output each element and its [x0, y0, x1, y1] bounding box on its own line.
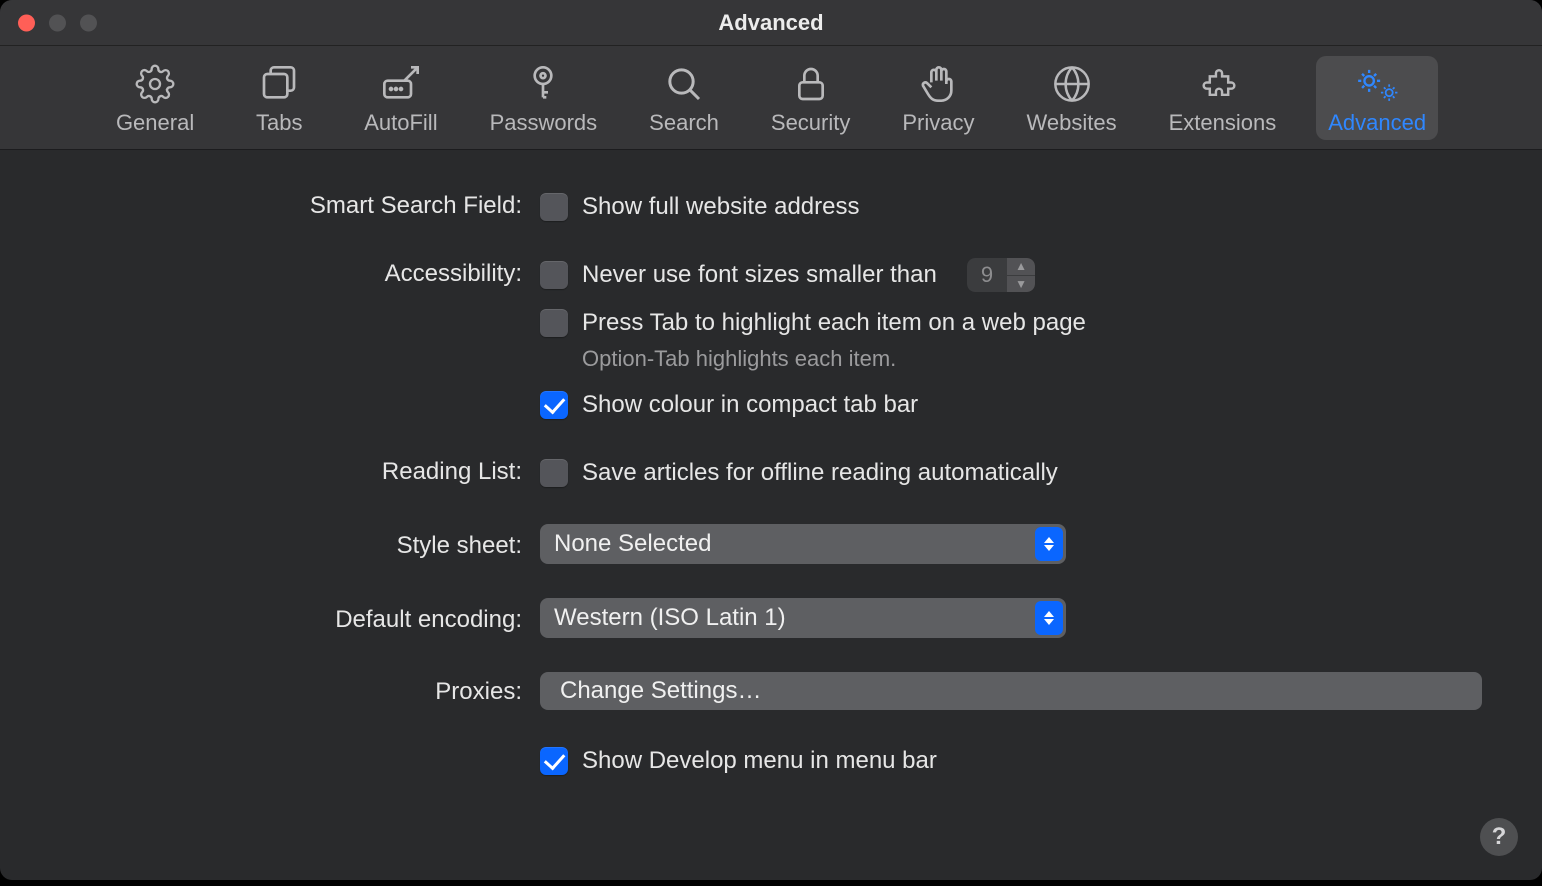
row-accessibility: Accessibility: Never use font sizes smal… [60, 258, 1482, 422]
min-font-size-value: 9 [967, 258, 1007, 292]
tabs-icon [259, 64, 299, 104]
tab-label: Search [649, 110, 719, 136]
checkbox-save-offline[interactable] [540, 459, 568, 487]
advanced-pane: Smart Search Field: Show full website ad… [0, 150, 1542, 820]
window-title: Advanced [0, 10, 1542, 36]
tab-label: Advanced [1328, 110, 1426, 136]
section-label-reading-list: Reading List: [60, 456, 540, 486]
gear-icon [135, 64, 175, 104]
chevron-up-icon: ▲ [1007, 258, 1035, 276]
key-icon [523, 64, 563, 104]
tab-websites[interactable]: Websites [1015, 56, 1129, 140]
section-label-proxies: Proxies: [60, 672, 540, 706]
button-label: Change Settings… [560, 677, 761, 705]
tab-search[interactable]: Search [637, 56, 731, 140]
popup-arrows-icon [1035, 527, 1063, 561]
stepper-buttons[interactable]: ▲ ▼ [1007, 258, 1035, 292]
row-default-encoding: Default encoding: Western (ISO Latin 1) [60, 598, 1482, 638]
popup-arrows-icon [1035, 601, 1063, 635]
lock-icon [791, 64, 831, 104]
tab-label: AutoFill [364, 110, 437, 136]
row-smart-search: Smart Search Field: Show full website ad… [60, 190, 1482, 224]
hint-option-tab: Option-Tab highlights each item. [582, 346, 1482, 372]
change-proxy-settings-button[interactable]: Change Settings… [540, 672, 1482, 710]
checkbox-colour-compact-tab[interactable] [540, 391, 568, 419]
tab-advanced[interactable]: Advanced [1316, 56, 1438, 140]
row-develop-menu: Show Develop menu in menu bar [60, 744, 1482, 778]
tab-extensions[interactable]: Extensions [1157, 56, 1289, 140]
section-label-style-sheet: Style sheet: [60, 524, 540, 560]
row-style-sheet: Style sheet: None Selected [60, 524, 1482, 564]
puzzle-icon [1202, 64, 1242, 104]
section-label-default-encoding: Default encoding: [60, 598, 540, 634]
section-label-accessibility: Accessibility: [60, 258, 540, 288]
checkbox-label-min-font-size: Never use font sizes smaller than [582, 261, 937, 289]
tab-label: Security [771, 110, 850, 136]
chevron-down-icon: ▼ [1007, 276, 1035, 293]
titlebar: Advanced [0, 0, 1542, 46]
hand-icon [918, 64, 958, 104]
tab-autofill[interactable]: AutoFill [352, 56, 449, 140]
checkbox-tab-highlight[interactable] [540, 309, 568, 337]
tab-label: Tabs [256, 110, 302, 136]
zoom-window-button[interactable] [80, 14, 97, 31]
checkbox-show-full-address[interactable] [540, 193, 568, 221]
checkbox-label-show-develop-menu: Show Develop menu in menu bar [582, 747, 937, 775]
checkbox-show-develop-menu[interactable] [540, 747, 568, 775]
tab-label: Extensions [1169, 110, 1277, 136]
help-button[interactable]: ? [1480, 818, 1518, 856]
help-icon: ? [1492, 823, 1507, 851]
row-reading-list: Reading List: Save articles for offline … [60, 456, 1482, 490]
tab-label: Websites [1027, 110, 1117, 136]
autofill-icon [381, 64, 421, 104]
section-label-smart-search: Smart Search Field: [60, 190, 540, 220]
globe-icon [1052, 64, 1092, 104]
row-proxies: Proxies: Change Settings… [60, 672, 1482, 710]
checkbox-min-font-size[interactable] [540, 261, 568, 289]
tab-passwords[interactable]: Passwords [478, 56, 610, 140]
tab-security[interactable]: Security [759, 56, 862, 140]
checkbox-label-show-full-address: Show full website address [582, 193, 859, 221]
style-sheet-value: None Selected [554, 530, 711, 558]
default-encoding-value: Western (ISO Latin 1) [554, 604, 786, 632]
tab-label: Privacy [902, 110, 974, 136]
tab-label: Passwords [490, 110, 598, 136]
search-icon [664, 64, 704, 104]
minimize-window-button[interactable] [49, 14, 66, 31]
tab-general[interactable]: General [104, 56, 206, 140]
close-window-button[interactable] [18, 14, 35, 31]
preferences-window: Advanced General Tabs AutoFill Passwords… [0, 0, 1542, 880]
checkbox-label-save-offline: Save articles for offline reading automa… [582, 459, 1058, 487]
min-font-size-stepper[interactable]: 9 ▲ ▼ [967, 258, 1035, 292]
tab-label: General [116, 110, 194, 136]
checkbox-label-colour-compact-tab: Show colour in compact tab bar [582, 391, 918, 419]
default-encoding-popup[interactable]: Western (ISO Latin 1) [540, 598, 1066, 638]
window-controls [18, 14, 97, 31]
gears-icon [1355, 64, 1399, 104]
checkbox-label-tab-highlight: Press Tab to highlight each item on a we… [582, 309, 1086, 337]
tab-privacy[interactable]: Privacy [890, 56, 986, 140]
tab-tabs[interactable]: Tabs [234, 56, 324, 140]
style-sheet-popup[interactable]: None Selected [540, 524, 1066, 564]
preferences-toolbar: General Tabs AutoFill Passwords Search S… [0, 46, 1542, 150]
